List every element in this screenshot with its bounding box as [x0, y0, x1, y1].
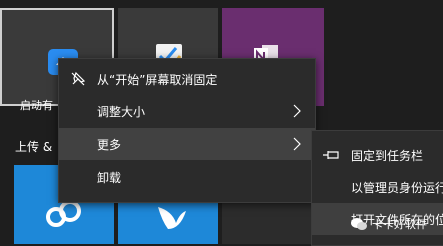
chevron-right-icon	[293, 137, 301, 151]
submenu-item-label: 以管理员身份运行	[351, 180, 443, 195]
wechat-icon	[351, 218, 367, 230]
chevron-right-icon	[293, 104, 301, 118]
menu-item-label: 从“开始”屏幕取消固定	[97, 72, 218, 87]
cloud-drive-icon	[46, 200, 81, 227]
menu-item-unpin[interactable]: 从“开始”屏幕取消固定	[59, 63, 315, 95]
tile-label: 启动有	[20, 99, 53, 112]
submenu-item-pin-taskbar[interactable]: 固定到任务栏	[312, 139, 443, 171]
pin-icon	[323, 151, 339, 159]
bird-app-icon	[158, 207, 186, 229]
watermark: 卡卡好软件	[350, 216, 427, 232]
menu-item-label: 更多	[97, 137, 122, 152]
context-menu: 从“开始”屏幕取消固定 调整大小 更多 卸载	[58, 58, 316, 203]
menu-item-resize[interactable]: 调整大小	[59, 95, 315, 127]
watermark-text: 卡卡好软件	[372, 218, 427, 231]
menu-item-more[interactable]: 更多	[59, 128, 315, 160]
unpin-icon	[71, 71, 86, 86]
menu-item-label: 卸载	[97, 170, 122, 185]
menu-item-label: 调整大小	[97, 104, 146, 119]
menu-item-uninstall[interactable]: 卸载	[59, 161, 315, 193]
submenu-item-run-as-admin[interactable]: 以管理员身份运行	[312, 171, 443, 203]
submenu-item-label: 固定到任务栏	[351, 148, 424, 163]
tile-group-title[interactable]: 上传 &	[15, 138, 52, 155]
